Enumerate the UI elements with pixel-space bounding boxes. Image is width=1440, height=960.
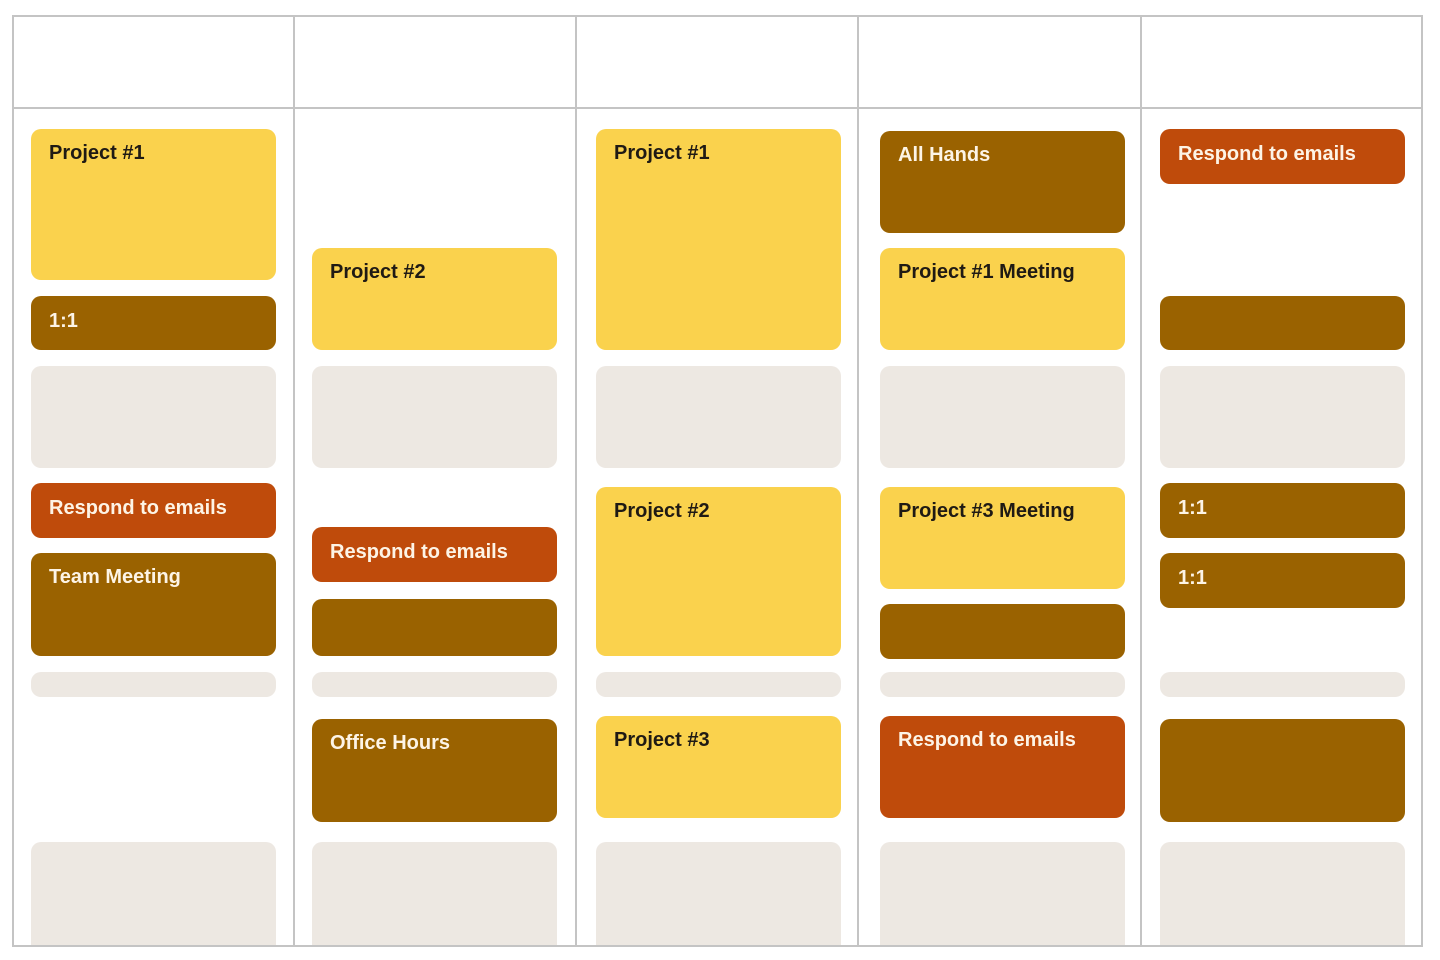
- calendar-event[interactable]: [1160, 719, 1405, 822]
- calendar-event[interactable]: Respond to emails: [31, 483, 276, 538]
- calendar-event[interactable]: 1:1: [31, 296, 276, 350]
- calendar-event[interactable]: Respond to emails: [1160, 129, 1405, 184]
- calendar-event[interactable]: 1:1: [1160, 553, 1405, 608]
- calendar-event[interactable]: Project #1: [31, 129, 276, 280]
- calendar-event[interactable]: Project #2: [596, 487, 841, 656]
- calendar-event[interactable]: Project #3: [596, 716, 841, 818]
- empty-time-slot[interactable]: [880, 366, 1125, 468]
- column-divider: [575, 17, 577, 945]
- event-title: Project #1: [49, 142, 145, 164]
- event-title: Project #2: [330, 261, 426, 283]
- calendar-event[interactable]: Project #1 Meeting: [880, 248, 1125, 350]
- day-header-4[interactable]: [859, 17, 1140, 107]
- empty-time-slot[interactable]: [596, 366, 841, 468]
- empty-time-slot[interactable]: [596, 842, 841, 945]
- column-divider: [1140, 17, 1142, 945]
- empty-time-slot[interactable]: [31, 842, 276, 945]
- empty-time-slot[interactable]: [880, 672, 1125, 697]
- calendar-event[interactable]: [880, 604, 1125, 659]
- day-header-3[interactable]: [577, 17, 857, 107]
- event-title: Respond to emails: [898, 729, 1076, 751]
- event-title: Respond to emails: [49, 497, 227, 519]
- calendar-event[interactable]: Project #3 Meeting: [880, 487, 1125, 589]
- event-title: Project #2: [614, 500, 710, 522]
- event-title: 1:1: [1178, 567, 1207, 589]
- calendar-event[interactable]: [1160, 296, 1405, 350]
- empty-time-slot[interactable]: [880, 842, 1125, 945]
- column-divider: [293, 17, 295, 945]
- calendar-event[interactable]: All Hands: [880, 131, 1125, 233]
- day-header-5[interactable]: [1142, 17, 1421, 107]
- calendar-event[interactable]: Project #1: [596, 129, 841, 350]
- event-title: Project #1 Meeting: [898, 261, 1075, 283]
- day-header-2[interactable]: [295, 17, 575, 107]
- calendar-header-row: [14, 17, 1421, 109]
- day-header-1[interactable]: [14, 17, 293, 107]
- event-title: Project #1: [614, 142, 710, 164]
- event-title: Project #3 Meeting: [898, 500, 1075, 522]
- empty-time-slot[interactable]: [312, 842, 557, 945]
- event-title: 1:1: [1178, 497, 1207, 519]
- event-title: Respond to emails: [330, 541, 508, 563]
- calendar-event[interactable]: Respond to emails: [880, 716, 1125, 818]
- empty-time-slot[interactable]: [1160, 366, 1405, 468]
- calendar-event[interactable]: [312, 599, 557, 656]
- empty-time-slot[interactable]: [596, 672, 841, 697]
- calendar-event[interactable]: Office Hours: [312, 719, 557, 822]
- event-title: All Hands: [898, 144, 991, 166]
- empty-time-slot[interactable]: [1160, 672, 1405, 697]
- calendar-event[interactable]: Team Meeting: [31, 553, 276, 656]
- calendar-event[interactable]: Project #2: [312, 248, 557, 350]
- calendar-event[interactable]: Respond to emails: [312, 527, 557, 582]
- event-title: 1:1: [49, 310, 78, 332]
- empty-time-slot[interactable]: [31, 366, 276, 468]
- event-title: Team Meeting: [49, 566, 181, 588]
- empty-time-slot[interactable]: [31, 672, 276, 697]
- empty-time-slot[interactable]: [312, 672, 557, 697]
- event-title: Office Hours: [330, 732, 451, 754]
- event-title: Respond to emails: [1178, 143, 1356, 165]
- event-title: Project #3: [614, 729, 710, 751]
- calendar-event[interactable]: 1:1: [1160, 483, 1405, 538]
- empty-time-slot[interactable]: [312, 366, 557, 468]
- empty-time-slot[interactable]: [1160, 842, 1405, 945]
- column-divider: [857, 17, 859, 945]
